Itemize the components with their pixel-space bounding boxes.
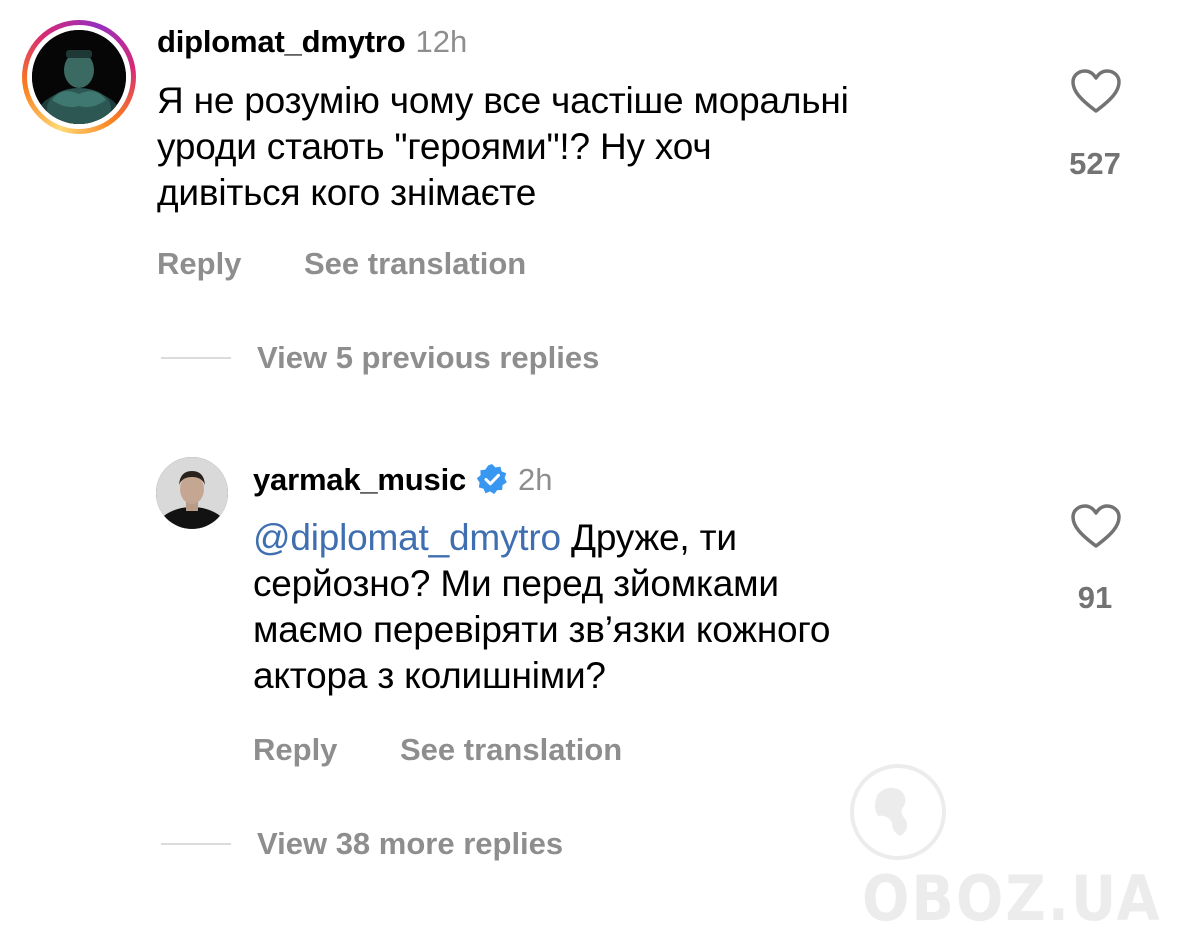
comment-line: Друже, ти xyxy=(560,517,737,558)
avatar[interactable] xyxy=(156,457,228,529)
like-count: 527 xyxy=(1069,146,1121,181)
like-button[interactable] xyxy=(1070,503,1122,554)
like-button[interactable] xyxy=(1070,68,1122,119)
reply-button[interactable]: Reply xyxy=(157,246,241,282)
comment-text: @diplomat_dmytro Друже, ти серйозно? Ми … xyxy=(253,515,1043,699)
view-more-replies-button[interactable]: View 38 more replies xyxy=(257,826,563,862)
mention-link[interactable]: @diplomat_dmytro xyxy=(253,517,561,558)
globe-icon xyxy=(850,764,946,860)
story-ring-gap xyxy=(27,25,131,129)
avatar[interactable] xyxy=(32,30,126,124)
view-previous-replies-button[interactable]: View 5 previous replies xyxy=(257,340,599,376)
verified-badge-icon xyxy=(476,464,507,494)
watermark-text: OBOZ.UA xyxy=(862,862,1162,935)
heart-icon xyxy=(1071,504,1121,548)
reply-button[interactable]: Reply xyxy=(253,732,337,768)
comment-line: уроди стають "героями"!? Ну хоч xyxy=(157,126,712,167)
username[interactable]: diplomat_dmytro xyxy=(157,24,406,59)
comment-line: маємо перевіряти зв’язки кожного xyxy=(253,609,831,650)
replies-divider xyxy=(161,843,231,845)
comment-header: yarmak_music 2h xyxy=(253,462,553,498)
comment-line: Я не розумію чому все частіше моральні xyxy=(157,80,849,121)
avatar-photo xyxy=(156,457,228,529)
heart-icon xyxy=(1071,69,1121,113)
like-count: 91 xyxy=(1077,580,1113,615)
see-translation-button[interactable]: See translation xyxy=(304,246,526,282)
comment-header: diplomat_dmytro 12h xyxy=(157,24,467,60)
see-translation-button[interactable]: See translation xyxy=(400,732,622,768)
timestamp: 12h xyxy=(415,24,468,59)
watermark: OBOZ.UA xyxy=(848,762,1179,935)
replies-divider xyxy=(161,357,231,359)
username[interactable]: yarmak_music xyxy=(253,462,466,497)
comment-line: актора з колишніми? xyxy=(253,655,606,696)
comment-line: серйозно? Ми перед зйомками xyxy=(253,563,779,604)
comment-line: дивіться кого знімаєте xyxy=(157,172,537,213)
avatar-photo xyxy=(32,30,126,124)
story-ring[interactable] xyxy=(22,20,136,134)
timestamp: 2h xyxy=(518,462,553,497)
comment-text: Я не розумію чому все частіше моральні у… xyxy=(157,78,1037,216)
